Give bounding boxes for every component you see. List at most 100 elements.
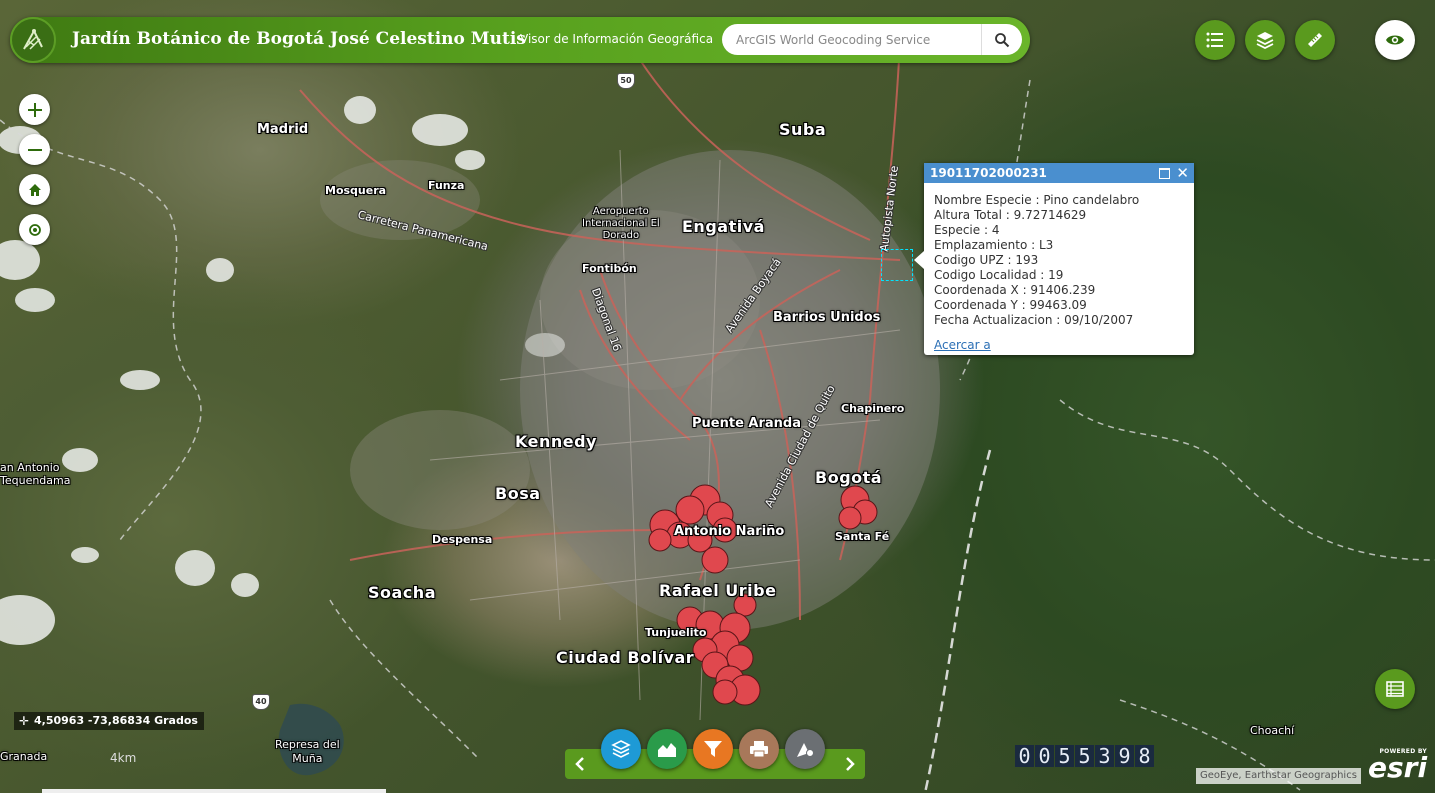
- attribute-table-button[interactable]: [1375, 669, 1415, 709]
- toolbar-next-button[interactable]: [838, 751, 862, 777]
- plant-icon: [23, 28, 43, 50]
- layers-button[interactable]: [1245, 20, 1285, 60]
- ruler-icon: [1308, 33, 1322, 47]
- coordinates-readout: ✛ 4,50963 -73,86834 Grados: [14, 712, 204, 730]
- measure-button[interactable]: [1295, 20, 1335, 60]
- place-madrid: Madrid: [257, 122, 309, 137]
- place-puente-aranda: Puente Aranda: [692, 416, 801, 431]
- zoom-in-button[interactable]: [19, 94, 50, 125]
- home-button[interactable]: [19, 174, 50, 205]
- counter-digit: 9: [1115, 745, 1134, 767]
- print-tool-button[interactable]: [739, 729, 779, 769]
- popup-field-codigo-upz: Codigo UPZ : 193: [934, 253, 1039, 267]
- app-title: Jardín Botánico de Bogotá José Celestino…: [72, 29, 526, 49]
- chevron-right-icon: [846, 757, 855, 771]
- place-bosa: Bosa: [495, 484, 541, 503]
- place-soacha: Soacha: [368, 583, 436, 602]
- place-granada: Granada: [0, 750, 48, 763]
- search-icon: [995, 32, 1010, 47]
- filter-icon: [704, 741, 722, 757]
- home-icon: [28, 183, 41, 196]
- list-button[interactable]: [1195, 20, 1235, 60]
- counter-digit: 8: [1135, 745, 1154, 767]
- visit-counter: 0 0 5 5 3 9 8: [1015, 745, 1154, 767]
- popup-header: 19011702000231 ✕: [924, 163, 1194, 183]
- locate-button[interactable]: [19, 214, 50, 245]
- popup-title: 19011702000231: [930, 166, 1047, 180]
- esri-wordmark: esri: [1368, 751, 1428, 784]
- eye-icon: [1386, 35, 1404, 45]
- place-ciudad-bolivar: Ciudad Bolívar: [556, 648, 695, 667]
- place-san-antonio: an Antonio Tequendama: [0, 461, 71, 487]
- esri-logo[interactable]: POWERED BY esri: [1368, 748, 1428, 784]
- popup-field-coordenada-y: Coordenada Y : 99463.09: [934, 298, 1087, 312]
- zoom-to-link[interactable]: Acercar a: [934, 338, 991, 353]
- table-icon: [1386, 681, 1404, 697]
- place-engativa: Engativá: [682, 217, 765, 236]
- layers-icon: [1256, 32, 1274, 49]
- place-despensa: Despensa: [432, 533, 493, 546]
- plus-icon: [27, 102, 42, 117]
- popup-field-especie: Especie : 4: [934, 223, 1000, 237]
- draw-tool-button[interactable]: [785, 729, 825, 769]
- place-represa: Represa del Muña: [275, 738, 340, 765]
- layer-stack-icon: [611, 740, 631, 758]
- place-funza: Funza: [428, 179, 465, 192]
- map-view[interactable]: Madrid Suba Mosquera Funza Engativá Aero…: [0, 0, 1435, 793]
- place-antonio-narino: Antonio Nariño: [674, 524, 785, 539]
- popup-field-altura-total: Altura Total : 9.72714629: [934, 208, 1087, 222]
- counter-digit: 5: [1075, 745, 1094, 767]
- place-kennedy: Kennedy: [515, 432, 597, 451]
- scale-label: 4km: [110, 751, 137, 765]
- place-bogota: Bogotá: [815, 468, 883, 487]
- map-basemap: [0, 39, 1435, 793]
- place-choachi: Choachí: [1250, 724, 1295, 737]
- road-shield-40: 40: [252, 694, 270, 710]
- place-mosquera: Mosquera: [325, 184, 387, 197]
- chart-tool-button[interactable]: [647, 729, 687, 769]
- popup-body: Nombre Especie : Pino candelabro Altura …: [924, 183, 1194, 353]
- map-attribution[interactable]: GeoEye, Earthstar Geographics: [1196, 768, 1361, 784]
- visibility-button[interactable]: [1375, 20, 1415, 60]
- zoom-out-button[interactable]: [19, 134, 50, 165]
- counter-digit: 0: [1015, 745, 1034, 767]
- crosshair-icon[interactable]: ✛: [19, 712, 29, 730]
- counter-digit: 5: [1055, 745, 1074, 767]
- selected-feature-highlight: [881, 249, 913, 281]
- place-suba: Suba: [779, 120, 827, 139]
- search-button[interactable]: [981, 24, 1022, 55]
- jardin-botanico-logo[interactable]: [10, 17, 56, 63]
- chevron-left-icon: [575, 757, 584, 771]
- maximize-icon[interactable]: [1159, 168, 1170, 179]
- app-header: Jardín Botánico de Bogotá José Celestino…: [10, 17, 1030, 63]
- close-icon[interactable]: ✕: [1176, 163, 1189, 183]
- minus-icon: [27, 148, 42, 151]
- print-icon: [750, 741, 768, 758]
- app-subtitle: Visor de Información Geográfica: [520, 32, 714, 46]
- place-aeropuerto: Aeropuerto Internacional El Dorado: [582, 206, 660, 241]
- toolbar-prev-button[interactable]: [568, 751, 592, 777]
- layers-tool-button[interactable]: [601, 729, 641, 769]
- area-chart-icon: [658, 743, 676, 757]
- counter-digit: 0: [1035, 745, 1054, 767]
- scale-bar: [42, 789, 386, 793]
- road-shield-50: 50: [617, 73, 635, 89]
- filter-tool-button[interactable]: [693, 729, 733, 769]
- popup-field-fecha: Fecha Actualizacion : 09/10/2007: [934, 313, 1134, 327]
- place-fontibon: Fontibón: [582, 262, 637, 275]
- place-chapinero: Chapinero: [841, 402, 905, 415]
- popup-field-emplazamiento: Emplazamiento : L3: [934, 238, 1054, 252]
- popup-field-nombre-especie: Nombre Especie : Pino candelabro: [934, 193, 1140, 207]
- place-rafael-uribe: Rafael Uribe: [659, 581, 777, 600]
- popup-pointer: [914, 251, 924, 269]
- draw-shapes-icon: [797, 743, 814, 757]
- search-input[interactable]: [722, 24, 980, 55]
- popup-field-codigo-localidad: Codigo Localidad : 19: [934, 268, 1064, 282]
- place-barrios-unidos: Barrios Unidos: [773, 310, 881, 325]
- place-tunjuelito: Tunjuelito: [645, 626, 707, 639]
- search-box: [722, 24, 1022, 55]
- popup-field-coordenada-x: Coordenada X : 91406.239: [934, 283, 1096, 297]
- list-icon: [1206, 32, 1223, 48]
- place-santa-fe: Santa Fé: [835, 530, 890, 543]
- feature-popup: 19011702000231 ✕ Nombre Especie : Pino c…: [914, 163, 1194, 355]
